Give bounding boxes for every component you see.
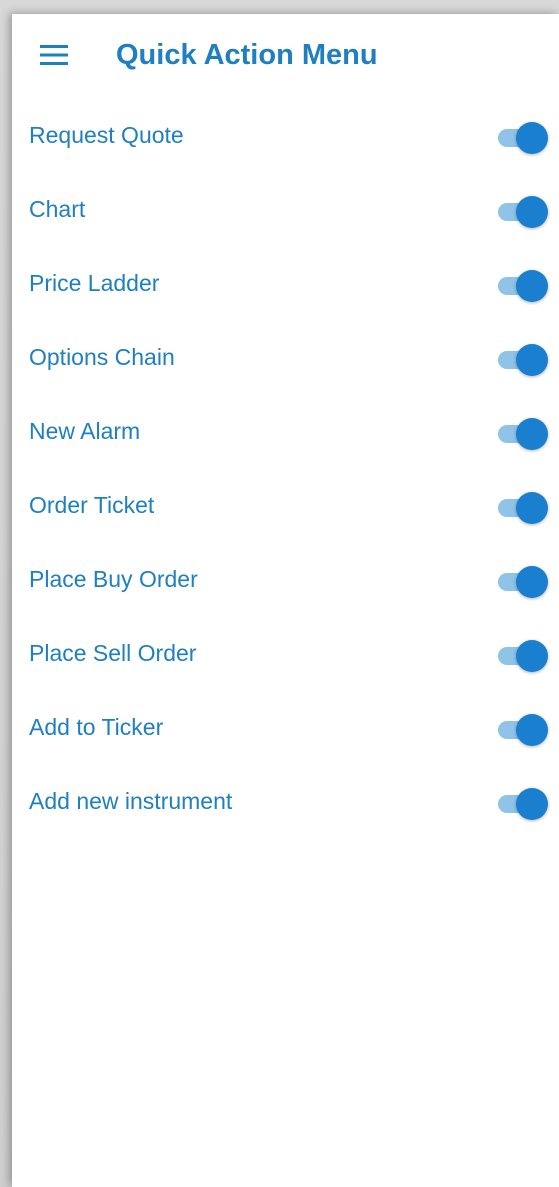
list-item-chart[interactable]: Chart <box>12 172 559 246</box>
toggle-thumb <box>516 270 548 302</box>
quick-action-list: Request Quote Chart Price Ladder Options… <box>12 98 559 838</box>
list-item-place-sell-order[interactable]: Place Sell Order <box>12 616 559 690</box>
list-item-request-quote[interactable]: Request Quote <box>12 98 559 172</box>
list-item-label: Place Sell Order <box>29 640 197 666</box>
list-item-label: New Alarm <box>29 418 141 444</box>
toggle-thumb <box>516 566 548 598</box>
place-sell-order-toggle[interactable] <box>498 640 548 672</box>
list-item-label: Price Ladder <box>29 270 160 296</box>
toggle-thumb <box>516 196 548 228</box>
place-buy-order-toggle[interactable] <box>498 566 548 598</box>
add-to-ticker-toggle[interactable] <box>498 714 548 746</box>
list-item-label: Chart <box>29 196 86 222</box>
toggle-thumb <box>516 122 548 154</box>
device-frame: Quick Action Menu Request Quote Chart Pr… <box>0 0 559 1187</box>
list-item-new-alarm[interactable]: New Alarm <box>12 394 559 468</box>
options-chain-toggle[interactable] <box>498 344 548 376</box>
price-ladder-toggle[interactable] <box>498 270 548 302</box>
chart-toggle[interactable] <box>498 196 548 228</box>
toggle-thumb <box>516 714 548 746</box>
list-item-options-chain[interactable]: Options Chain <box>12 320 559 394</box>
list-item-label: Order Ticket <box>29 492 155 518</box>
toggle-thumb <box>516 640 548 672</box>
list-item-order-ticket[interactable]: Order Ticket <box>12 468 559 542</box>
list-item-add-new-instrument[interactable]: Add new instrument <box>12 764 559 838</box>
list-item-place-buy-order[interactable]: Place Buy Order <box>12 542 559 616</box>
new-alarm-toggle[interactable] <box>498 418 548 450</box>
list-item-price-ladder[interactable]: Price Ladder <box>12 246 559 320</box>
page-title: Quick Action Menu <box>116 39 378 71</box>
list-item-label: Add to Ticker <box>29 714 164 740</box>
order-ticket-toggle[interactable] <box>498 492 548 524</box>
toggle-thumb <box>516 418 548 450</box>
list-item-label: Options Chain <box>29 344 175 370</box>
list-item-label: Place Buy Order <box>29 566 198 592</box>
app-header: Quick Action Menu <box>12 14 559 92</box>
toggle-thumb <box>516 492 548 524</box>
app-screen: Quick Action Menu Request Quote Chart Pr… <box>12 14 559 1187</box>
toggle-thumb <box>516 344 548 376</box>
list-item-label: Request Quote <box>29 122 184 148</box>
list-item-add-to-ticker[interactable]: Add to Ticker <box>12 690 559 764</box>
request-quote-toggle[interactable] <box>498 122 548 154</box>
add-new-instrument-toggle[interactable] <box>498 788 548 820</box>
toggle-thumb <box>516 788 548 820</box>
list-item-label: Add new instrument <box>29 788 233 814</box>
hamburger-menu-icon[interactable] <box>38 42 70 68</box>
